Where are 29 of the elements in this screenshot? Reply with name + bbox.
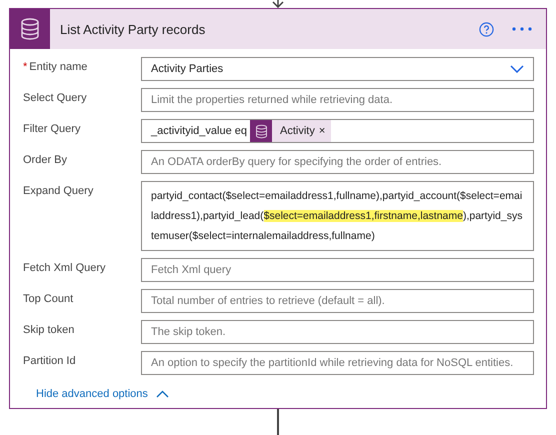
field-label: Partition Id: [23, 354, 77, 367]
field-label: Order By: [23, 153, 68, 166]
input-field[interactable]: Fetch Xml query: [141, 258, 534, 282]
advanced-options-link[interactable]: Hide advanced options: [36, 388, 148, 400]
more-options-icon[interactable]: [512, 27, 532, 31]
input-field[interactable]: An ODATA orderBy query for specifying the order of entries.: [141, 150, 534, 174]
input-field[interactable]: An option to specify the partitionId while retrieving data for NoSQL entities.: [141, 351, 534, 375]
connector-arrow: [270, 0, 286, 8]
field-label: Expand Query: [23, 184, 94, 197]
input-field[interactable]: The skip token.: [141, 320, 534, 344]
help-icon[interactable]: [479, 22, 494, 36]
field-value: _activityid_value eq: [151, 125, 248, 137]
chevron-up-icon[interactable]: [156, 390, 169, 398]
dynamic-content-token[interactable]: Activity ×: [250, 120, 332, 142]
remove-token-button[interactable]: ×: [318, 125, 332, 137]
field-label: Top Count: [23, 292, 74, 305]
field-label: Filter Query: [23, 122, 82, 135]
filter-query-field[interactable]: _activityid_value eq Activity ×: [141, 119, 534, 143]
input-field[interactable]: Limit the properties returned while retrieving data.: [141, 88, 534, 112]
database-icon: [254, 124, 269, 138]
card-title: List Activity Party records: [60, 22, 206, 36]
field-label: Skip token: [23, 323, 76, 336]
field-label: * Entity name: [23, 60, 88, 73]
connector-line: [277, 409, 279, 435]
chevron-down-icon: [510, 65, 524, 73]
input-field[interactable]: Total number of entries to retrieve (default = all).: [141, 289, 534, 313]
field-label: Fetch Xml Query: [23, 261, 107, 274]
entity-dropdown[interactable]: Activity Parties: [141, 57, 534, 81]
field-label: Select Query: [23, 91, 88, 104]
